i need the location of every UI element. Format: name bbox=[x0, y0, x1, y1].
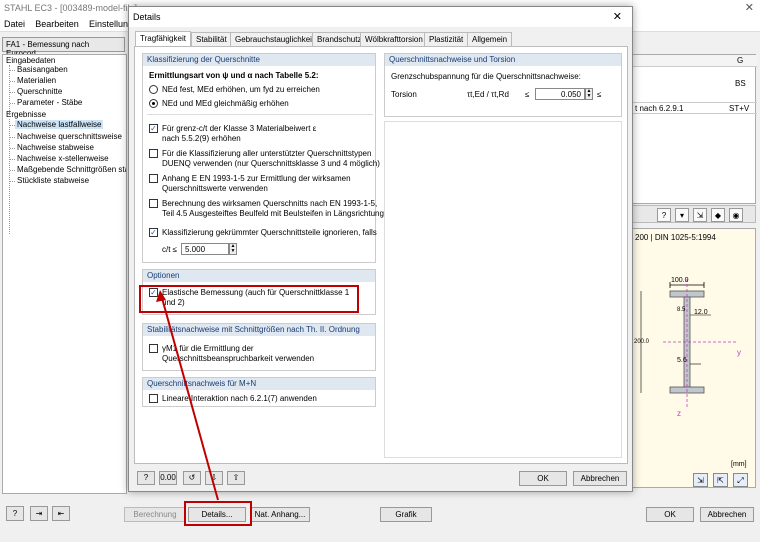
annotation-arrow bbox=[156, 290, 219, 501]
